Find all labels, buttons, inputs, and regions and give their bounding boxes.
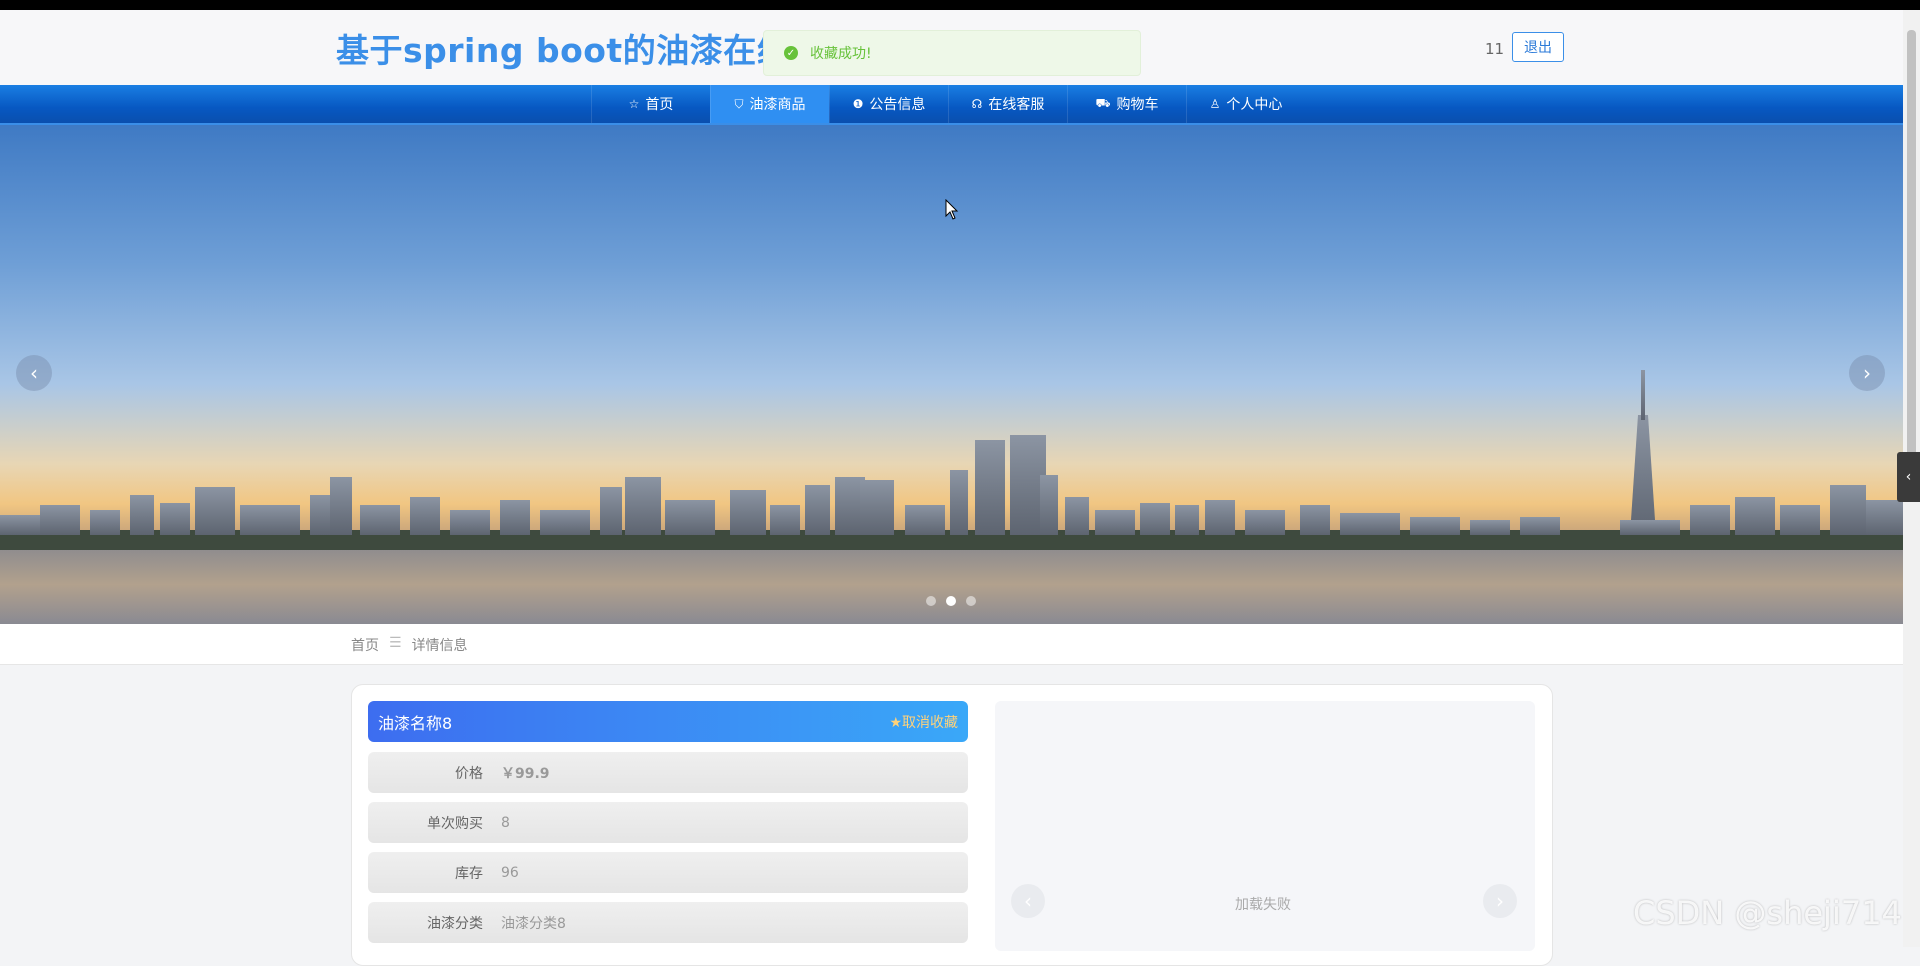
breadcrumb-separator-icon: ☰ bbox=[389, 635, 402, 651]
info-row-category: 油漆分类 油漆分类8 bbox=[368, 902, 968, 943]
carousel-prev-button[interactable]: ‹ bbox=[16, 355, 52, 391]
nav-item-notices[interactable]: ❶ 公告信息 bbox=[829, 85, 948, 123]
info-label: 价格 bbox=[455, 765, 483, 782]
info-label: 油漆分类 bbox=[427, 915, 483, 932]
nav-item-label: 个人中心 bbox=[1226, 97, 1283, 113]
stock-value: 96 bbox=[501, 864, 519, 881]
check-circle-icon: ✓ bbox=[784, 46, 798, 60]
user-icon: ♙ bbox=[1209, 97, 1221, 111]
info-row-price: 价格 ￥99.9 bbox=[368, 752, 968, 793]
gallery-next-button[interactable]: › bbox=[1483, 884, 1517, 918]
nav-item-label: 公告信息 bbox=[869, 97, 926, 113]
price-value: ￥99.9 bbox=[501, 765, 550, 782]
mouse-cursor-icon bbox=[945, 199, 959, 220]
unfavorite-button[interactable]: ★取消收藏 bbox=[889, 712, 958, 732]
breadcrumb: 首页 ☰ 详情信息 bbox=[351, 635, 468, 655]
carousel-dot[interactable] bbox=[926, 596, 936, 606]
watermark: CSDN @sheji714 bbox=[1633, 894, 1902, 932]
success-toast: ✓ 收藏成功! bbox=[763, 30, 1141, 76]
per-purchase-value: 8 bbox=[501, 814, 510, 831]
nav-item-cart[interactable]: ⛟ 购物车 bbox=[1067, 85, 1186, 123]
top-strip bbox=[0, 0, 1920, 10]
headset-icon: ☊ bbox=[971, 97, 983, 111]
star-icon: ☆ bbox=[628, 97, 640, 111]
info-label: 库存 bbox=[455, 865, 483, 882]
info-row-stock: 库存 96 bbox=[368, 852, 968, 893]
nav-item-support[interactable]: ☊ 在线客服 bbox=[948, 85, 1067, 123]
main-nav: ☆ 首页 ⛉ 油漆商品 ❶ 公告信息 ☊ 在线客服 ⛟ 购物车 ♙ 个人中心 bbox=[0, 85, 1903, 125]
carousel-dot[interactable] bbox=[966, 596, 976, 606]
breadcrumb-current: 详情信息 bbox=[411, 638, 468, 654]
image-load-failed: 加载失败 bbox=[1235, 897, 1291, 913]
info-label: 单次购买 bbox=[427, 815, 483, 832]
info-icon: ❶ bbox=[852, 97, 864, 111]
nav-item-label: 首页 bbox=[645, 97, 674, 113]
nav-item-label: 油漆商品 bbox=[749, 97, 806, 113]
gallery-prev-button[interactable]: ‹ bbox=[1011, 884, 1045, 918]
category-value: 油漆分类8 bbox=[501, 915, 566, 932]
nav-item-label: 在线客服 bbox=[988, 97, 1045, 113]
nav-item-home[interactable]: ☆ 首页 bbox=[591, 85, 710, 123]
nav-item-label: 购物车 bbox=[1116, 97, 1159, 113]
breadcrumb-bar: 首页 ☰ 详情信息 bbox=[0, 624, 1903, 665]
carousel-next-button[interactable]: › bbox=[1849, 355, 1885, 391]
product-name-bar: 油漆名称8 ★取消收藏 bbox=[368, 701, 968, 742]
cart-icon: ⛟ bbox=[1095, 96, 1111, 110]
username: 11 bbox=[1485, 40, 1505, 58]
side-panel-toggle[interactable]: ‹ bbox=[1897, 452, 1920, 502]
breadcrumb-home[interactable]: 首页 bbox=[351, 635, 379, 655]
product-image-gallery: ‹ 加载失败 › bbox=[995, 701, 1535, 951]
carousel-indicators bbox=[926, 596, 976, 606]
nav-item-products[interactable]: ⛉ 油漆商品 bbox=[710, 85, 829, 123]
carousel-dot-active[interactable] bbox=[946, 596, 956, 606]
product-name: 油漆名称8 bbox=[378, 713, 453, 733]
info-row-per-purchase: 单次购买 8 bbox=[368, 802, 968, 843]
scrollbar-thumb[interactable] bbox=[1907, 30, 1916, 460]
toast-message: 收藏成功! bbox=[810, 46, 872, 62]
bag-icon: ⛉ bbox=[734, 96, 744, 111]
nav-item-profile[interactable]: ♙ 个人中心 bbox=[1186, 85, 1305, 123]
logout-button[interactable]: 退出 bbox=[1512, 32, 1564, 62]
